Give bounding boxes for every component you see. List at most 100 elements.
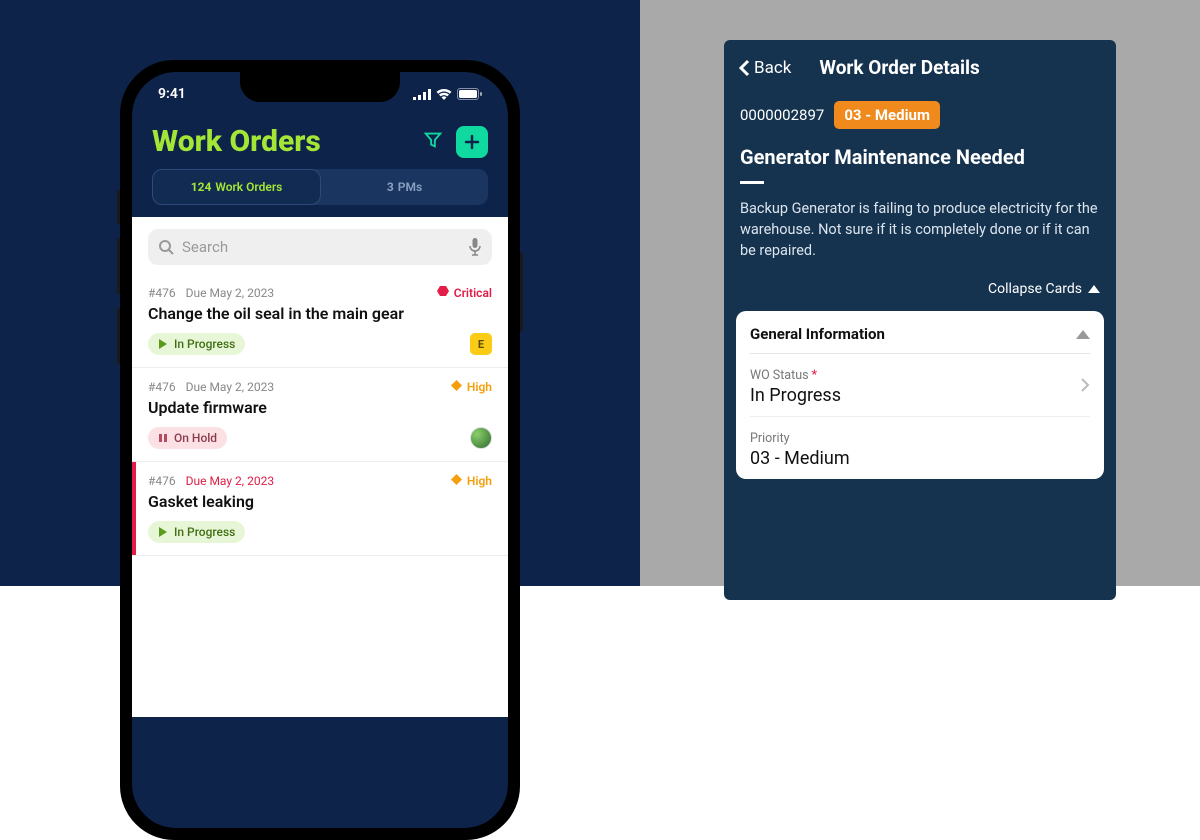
workorder-due: Due May 2, 2023 [186, 286, 274, 300]
assignee-badge: E [470, 333, 492, 355]
priority-label: Critical [454, 286, 492, 300]
chevron-up-icon [1076, 330, 1090, 339]
priority-indicator: High [451, 474, 492, 488]
assignee-avatar [470, 427, 492, 449]
detail-description: Backup Generator is failing to produce e… [724, 198, 1116, 281]
required-indicator: * [812, 368, 818, 383]
card-meta-row: #476 Due May 2, 2023 Critical [148, 285, 492, 300]
tab-count: 124 [191, 180, 212, 194]
phone-frame: 9:41 Work Orders [120, 60, 520, 840]
detail-title: Work Order Details [819, 56, 1102, 79]
search-icon [158, 239, 174, 255]
priority-indicator: High [451, 380, 492, 394]
field-label: WO Status * [750, 368, 1090, 383]
card-footer-row: In Progress E [148, 333, 492, 355]
field-label-text: WO Status [750, 368, 809, 383]
field-priority[interactable]: Priority 03 - Medium [750, 417, 1090, 469]
search-box[interactable] [148, 229, 492, 265]
back-label: Back [754, 58, 791, 78]
collapse-label: Collapse Cards [988, 281, 1082, 297]
workorder-due: Due May 2, 2023 [186, 474, 274, 488]
right-pane: Back Work Order Details 0000002897 03 - … [640, 0, 1200, 586]
field-wo-status[interactable]: WO Status * In Progress [750, 354, 1090, 417]
status-chip: In Progress [148, 521, 245, 543]
phone-screen: 9:41 Work Orders [132, 72, 508, 828]
phone-side-button [520, 252, 523, 332]
signal-icon [413, 89, 431, 100]
detail-panel: Back Work Order Details 0000002897 03 - … [724, 40, 1116, 600]
workorder-title: Update firmware [148, 398, 492, 417]
card-footer-row: On Hold [148, 427, 492, 449]
tab-work-orders[interactable]: 124 Work Orders [152, 169, 321, 205]
field-label-text: Priority [750, 431, 790, 446]
diamond-icon [451, 474, 462, 488]
list-area: #476 Due May 2, 2023 Critical Change the oi… [132, 217, 508, 717]
field-value: 03 - Medium [750, 448, 1090, 469]
priority-label: High [467, 474, 492, 488]
phone-side-button [117, 238, 120, 294]
card-title: General Information [750, 325, 885, 343]
play-icon [158, 527, 168, 537]
card-meta-row: #476 Due May 2, 2023 High [148, 380, 492, 394]
workorder-card[interactable]: #476 Due May 2, 2023 High Update firmware On… [132, 368, 508, 462]
hexagon-icon [437, 285, 449, 300]
id-row: 0000002897 03 - Medium [724, 95, 1116, 139]
card-meta-row: #476 Due May 2, 2023 High [148, 474, 492, 488]
detail-header: Back Work Order Details [724, 40, 1116, 95]
chevron-right-icon [1080, 377, 1090, 397]
phone-side-button [117, 190, 120, 224]
detail-subject: Generator Maintenance Needed [724, 139, 1116, 181]
workorder-card[interactable]: #476 Due May 2, 2023 High Gasket leaking In … [132, 462, 508, 556]
microphone-icon[interactable] [468, 238, 482, 256]
workorder-id: #476 [148, 380, 176, 394]
tabs: 124 Work Orders 3 PMs [152, 169, 488, 205]
workorder-id: #476 [148, 286, 176, 300]
diamond-icon [451, 380, 462, 394]
pause-icon [158, 433, 168, 443]
tab-label: PMs [398, 180, 422, 194]
status-chip: In Progress [148, 333, 245, 355]
workorder-id: #476 [148, 474, 176, 488]
field-label: Priority [750, 431, 1090, 446]
status-chip: On Hold [148, 427, 227, 449]
add-button[interactable] [456, 126, 488, 158]
app-header: Work Orders [132, 116, 508, 169]
wifi-icon [436, 88, 452, 100]
card-footer-row: In Progress [148, 521, 492, 543]
filter-icon[interactable] [422, 129, 444, 155]
card-meta: #476 Due May 2, 2023 [148, 474, 274, 488]
tab-pms[interactable]: 3 PMs [321, 169, 488, 205]
header-actions [422, 126, 488, 158]
back-button[interactable]: Back [738, 58, 791, 78]
phone-side-button [117, 308, 120, 364]
workorder-card[interactable]: #476 Due May 2, 2023 Critical Change the oi… [132, 273, 508, 368]
page-title: Work Orders [152, 124, 321, 159]
status-time: 9:41 [158, 86, 186, 102]
workorder-id: 0000002897 [740, 106, 824, 124]
search-wrap [132, 217, 508, 273]
workorder-title: Change the oil seal in the main gear [148, 304, 492, 323]
workorder-title: Gasket leaking [148, 492, 492, 511]
battery-icon [457, 88, 482, 100]
status-label: In Progress [174, 525, 235, 539]
chevron-up-icon [1088, 285, 1100, 293]
card-header[interactable]: General Information [750, 325, 1090, 354]
tab-count: 3 [387, 180, 394, 194]
chevron-left-icon [738, 59, 750, 77]
search-input[interactable] [182, 238, 460, 256]
divider [740, 181, 764, 184]
card-meta: #476 Due May 2, 2023 [148, 380, 274, 394]
overdue-indicator [132, 462, 136, 555]
card-meta: #476 Due May 2, 2023 [148, 286, 274, 300]
workorder-due: Due May 2, 2023 [186, 380, 274, 394]
status-label: In Progress [174, 337, 235, 351]
plus-icon [464, 134, 480, 150]
priority-badge: 03 - Medium [834, 101, 940, 129]
tab-label: Work Orders [215, 180, 282, 194]
general-info-card: General Information WO Status * In Progr… [736, 311, 1104, 479]
field-value: In Progress [750, 385, 1090, 406]
left-pane: 9:41 Work Orders [0, 0, 640, 586]
priority-indicator: Critical [437, 285, 492, 300]
priority-label: High [467, 380, 492, 394]
collapse-cards-button[interactable]: Collapse Cards [724, 281, 1116, 307]
